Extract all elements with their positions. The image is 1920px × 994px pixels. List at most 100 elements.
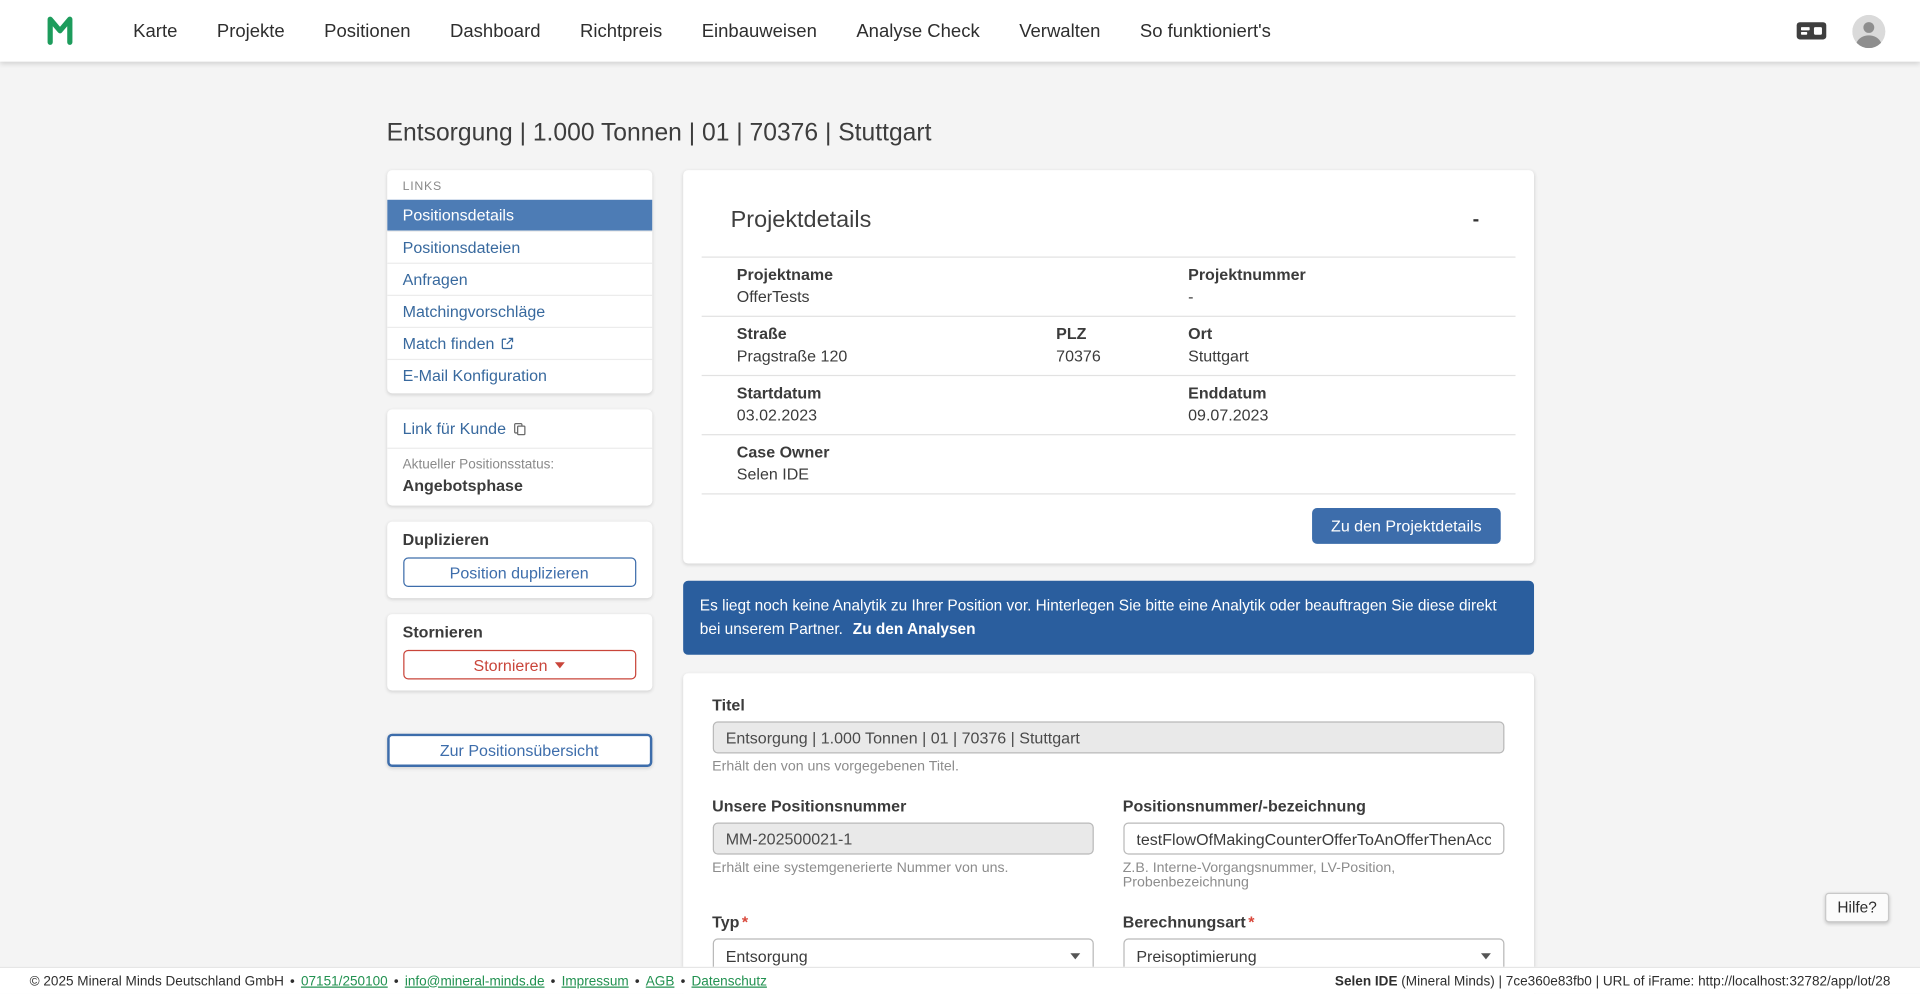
project-details-button[interactable]: Zu den Projektdetails <box>1312 508 1501 544</box>
brand-logo[interactable] <box>44 10 81 51</box>
sidebar-item-matchingvorschlaege[interactable]: Matchingvorschläge <box>386 294 652 327</box>
case-owner-label: Case Owner <box>736 442 830 462</box>
strasse-value: Pragstraße 120 <box>736 346 848 366</box>
titel-helper: Erhält den von uns vorgegebenen Titel. <box>712 759 959 775</box>
titel-group: Titel Erhält den von uns vorgegebenen Ti… <box>712 695 1504 774</box>
table-row: Startdatum 03.02.2023 Enddatum 09.07.202… <box>701 374 1515 434</box>
collapse-button[interactable]: - <box>1468 207 1484 234</box>
nav-item-richtpreis[interactable]: Richtpreis <box>565 13 677 49</box>
sidebar-item-match-finden[interactable]: Match finden <box>386 326 652 359</box>
table-row: Projektname OfferTests Projektnummer - <box>701 256 1515 315</box>
copy-icon <box>513 421 527 436</box>
footer-left: © 2025 Mineral Minds Deutschland GmbH • … <box>30 974 767 989</box>
user-avatar[interactable] <box>1852 14 1886 48</box>
bezeichnung-group: Positionsnummer/-bezeichnung Z.B. Intern… <box>1122 796 1504 891</box>
projektname-label: Projektname <box>736 265 834 284</box>
startdatum-label: Startdatum <box>736 383 822 403</box>
position-form-card: Titel Erhält den von uns vorgegebenen Ti… <box>682 673 1534 994</box>
projektname-value: OfferTests <box>736 287 810 306</box>
duplicate-header: Duplizieren <box>402 530 490 549</box>
nav-item-analyse-check[interactable]: Analyse Check <box>842 13 995 49</box>
status-value: Angebotsphase <box>402 475 523 495</box>
project-details-table: Projektname OfferTests Projektnummer - S… <box>701 256 1515 495</box>
app-viewport: Karte Projekte Positionen Dashboard Rich… <box>0 0 1920 994</box>
card-reader-icon[interactable] <box>1795 18 1827 43</box>
separator: • <box>550 973 556 989</box>
project-details-title: Projektdetails <box>730 207 872 234</box>
titel-input <box>712 721 1504 754</box>
nav-item-einbauweisen[interactable]: Einbauweisen <box>687 13 832 49</box>
ort-label: Ort <box>1188 324 1213 343</box>
plz-value: 70376 <box>1056 346 1101 366</box>
email-link[interactable]: info@mineral-minds.de <box>405 974 545 989</box>
main-column: Projektdetails - Projektname OfferTests <box>682 170 1534 994</box>
analyses-link[interactable]: Zu den Analysen <box>853 620 976 637</box>
footer-user-info: Selen IDE (Mineral Minds) | 7ce360e83fb0… <box>1335 974 1890 989</box>
sidebar: LINKS Positionsdetails Positionsdateien … <box>386 170 652 768</box>
external-link-icon <box>501 337 515 351</box>
projektnummer-value: - <box>1188 287 1194 306</box>
required-asterisk: * <box>741 912 749 932</box>
duplicate-position-button[interactable]: Position duplizieren <box>402 557 636 587</box>
positionsnummer-helper: Erhält eine systemgenerierte Nummer von … <box>712 860 1009 876</box>
sidebar-item-positionsdateien[interactable]: Positionsdateien <box>386 230 652 263</box>
projektnummer-label: Projektnummer <box>1188 265 1306 284</box>
position-overview-button[interactable]: Zur Positionsübersicht <box>386 733 652 768</box>
analytics-info-banner: Es liegt noch keine Analytik zu Ihrer Po… <box>682 580 1534 655</box>
page-title: Entsorgung | 1.000 Tonnen | 01 | 70376 |… <box>386 119 932 147</box>
phone-link[interactable]: 07151/250100 <box>301 974 388 989</box>
links-header: LINKS <box>402 180 442 194</box>
nav-item-positionen[interactable]: Positionen <box>309 13 425 49</box>
plz-label: PLZ <box>1056 324 1087 343</box>
top-navbar: Karte Projekte Positionen Dashboard Rich… <box>0 0 1920 62</box>
table-row: Case Owner Selen IDE <box>701 434 1515 495</box>
agb-link[interactable]: AGB <box>646 974 675 989</box>
footer: © 2025 Mineral Minds Deutschland GmbH • … <box>0 966 1920 994</box>
typ-select-value: Entsorgung <box>725 946 808 965</box>
navbar-right <box>1795 14 1886 48</box>
bezeichnung-input[interactable] <box>1122 822 1504 855</box>
main-nav: Karte Projekte Positionen Dashboard Rich… <box>118 13 1285 49</box>
match-finden-label: Match finden <box>402 334 495 353</box>
positionsnummer-label: Unsere Positionsnummer <box>712 796 907 816</box>
enddatum-label: Enddatum <box>1188 383 1267 403</box>
customer-link[interactable]: Link für Kunde <box>386 409 652 449</box>
nav-item-dashboard[interactable]: Dashboard <box>435 13 555 49</box>
cancel-position-button[interactable]: Stornieren <box>402 649 636 680</box>
copyright-text: © 2025 Mineral Minds Deutschland GmbH <box>29 973 284 989</box>
project-details-card: Projektdetails - Projektname OfferTests <box>682 170 1534 564</box>
cancel-header: Stornieren <box>402 622 483 642</box>
impressum-link[interactable]: Impressum <box>562 974 629 989</box>
sidebar-item-positionsdetails[interactable]: Positionsdetails <box>386 199 652 231</box>
help-button[interactable]: Hilfe? <box>1825 892 1890 923</box>
bezeichnung-helper: Z.B. Interne-Vorgangsnummer, LV-Position… <box>1122 860 1396 891</box>
titel-label: Titel <box>712 695 745 714</box>
nav-item-projekte[interactable]: Projekte <box>202 13 299 49</box>
cancel-button-label: Stornieren <box>473 655 548 674</box>
typ-label: Typ * <box>712 912 749 932</box>
startdatum-value: 03.02.2023 <box>736 405 818 425</box>
footer-user-rest: (Mineral Minds) | 7ce360e83fb0 | URL of … <box>1397 973 1891 989</box>
customer-link-label: Link für Kunde <box>402 419 507 438</box>
banner-text: Es liegt noch keine Analytik zu Ihrer Po… <box>699 596 1497 638</box>
sidebar-item-email-konfiguration[interactable]: E-Mail Konfiguration <box>386 358 652 391</box>
datenschutz-link[interactable]: Datenschutz <box>692 974 767 989</box>
nav-item-verwalten[interactable]: Verwalten <box>1004 13 1115 49</box>
separator: • <box>680 973 686 989</box>
duplicate-card: Duplizieren Position duplizieren <box>386 521 652 599</box>
sidebar-links-card: LINKS Positionsdetails Positionsdateien … <box>386 170 652 394</box>
positionsnummer-group: Unsere Positionsnummer Erhält eine syste… <box>712 796 1094 891</box>
separator: • <box>634 973 640 989</box>
required-asterisk: * <box>1248 912 1255 932</box>
nav-item-so-funktionierts[interactable]: So funktioniert's <box>1125 13 1286 49</box>
page-content: Entsorgung | 1.000 Tonnen | 01 | 70376 |… <box>0 62 1920 994</box>
nav-item-karte[interactable]: Karte <box>118 13 192 49</box>
footer-user-name: Selen IDE <box>1334 973 1398 989</box>
status-label: Aktueller Positionsstatus: <box>402 457 555 473</box>
bezeichnung-label: Positionsnummer/-bezeichnung <box>1122 796 1366 816</box>
chevron-down-icon <box>554 661 565 668</box>
sidebar-item-anfragen[interactable]: Anfragen <box>386 262 652 295</box>
customer-status-card: Link für Kunde Aktueller Positionsstatus… <box>386 409 652 506</box>
table-row: Straße Pragstraße 120 PLZ 70376 Ort Stut… <box>701 315 1515 375</box>
case-owner-value: Selen IDE <box>736 464 809 484</box>
